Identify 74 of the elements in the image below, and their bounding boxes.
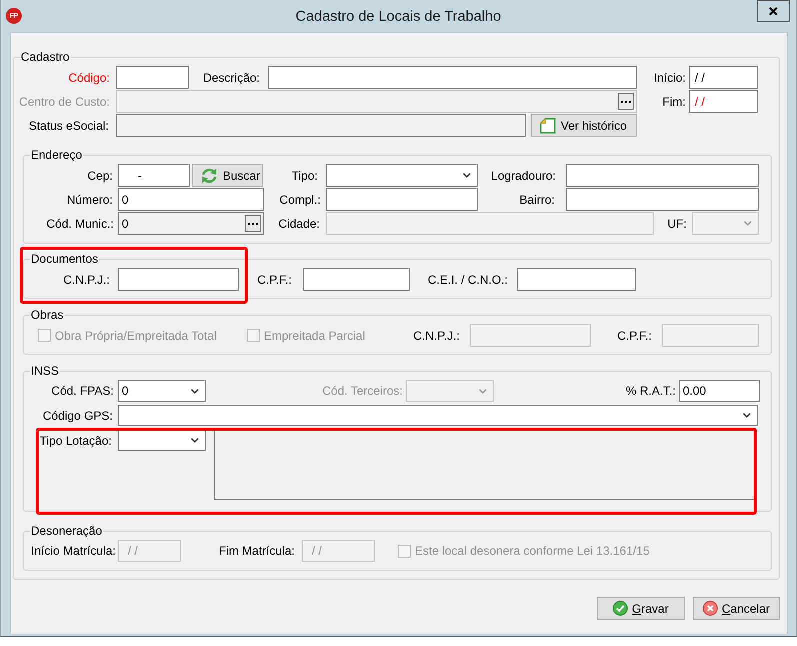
close-button[interactable] [757,0,790,22]
chevron-down-icon [743,413,751,418]
checkbox-label: Empreitada Parcial [264,328,366,342]
text-field[interactable]: 0 [118,188,264,211]
field-label: Bairro: [520,192,555,206]
field-label: Fim: [662,94,686,108]
chevron-down-icon [463,173,471,178]
dropdown[interactable]: 0 [118,380,206,402]
chevron-down-icon [479,388,487,394]
text-area[interactable] [214,430,757,500]
text-field[interactable] [566,164,759,187]
field-label: Tipo: [292,168,318,182]
text-field[interactable]: 0.00 [679,380,760,402]
cancel-circle-icon [702,601,718,616]
field-label: C.P.F.: [258,272,292,286]
text-field[interactable] [116,66,189,89]
group-title: Documentos [30,252,100,266]
field-label: UF: [668,216,687,230]
check-circle-icon [613,601,628,616]
field-label: C.N.P.J.: [414,328,460,342]
history-button[interactable]: Ver histórico [531,114,637,137]
group-title: Endereço [30,148,84,162]
field-label: Início Matrícula: [31,544,116,558]
window-title: Cadastro de Locais de Trabalho [296,8,502,25]
dropdown[interactable] [118,405,758,426]
field-label: Cód. Munic.: [46,216,114,230]
close-icon [769,6,778,16]
field-label: Número: [66,192,113,206]
refresh-icon [201,168,218,184]
checkbox-label: Obra Própria/Empreitada Total [55,328,217,342]
field-label: C.N.P.J.: [64,272,110,286]
chevron-down-icon [744,221,752,226]
search-button[interactable]: Buscar [192,164,263,187]
field-label: Centro de Custo: [19,94,110,108]
group-title: Obras [30,308,65,322]
field-label: Cód. FPAS: [52,384,114,398]
field-label: Tipo Lotação: [40,434,112,448]
field-label: Descrição: [203,70,260,84]
chevron-down-icon [191,388,199,394]
group-title: Cadastro [20,50,71,64]
field-label: C.P.F.: [618,328,652,342]
field-label: Cidade: [278,216,320,230]
field-label: Código: [68,70,110,84]
browse-button[interactable] [245,215,261,232]
field-label: Compl.: [280,192,321,206]
field-label: Código GPS: [42,408,113,422]
field-label: Cep: [88,168,113,182]
text-field[interactable] [517,268,636,291]
checkbox-label: Este local desonera conforme Lei 13.161/15 [415,544,650,558]
field-label: % R.A.T.: [626,384,676,398]
lookup-field[interactable]: 0 [118,212,264,235]
date-field[interactable]: / / [689,90,758,113]
dropdown[interactable] [118,430,206,451]
field-label: Cód. Terceiros: [322,384,403,398]
field-label: Logradouro: [491,168,556,182]
text-field[interactable]: - [118,164,190,187]
date-field[interactable]: / / [689,66,758,89]
field-label: Fim Matrícula: [218,544,295,558]
field-label: Início: [654,70,686,84]
text-field[interactable] [268,66,637,89]
field-label: C.E.I. / C.N.O.: [428,272,508,286]
text-field[interactable] [116,114,526,137]
document-icon [540,118,556,134]
save-button[interactable]: Gravar [597,597,685,620]
text-field[interactable] [303,268,410,291]
text-field[interactable] [566,188,759,211]
field-label: Status eSocial: [28,118,109,132]
dropdown[interactable] [326,164,478,187]
chevron-down-icon [191,438,199,443]
group-title: INSS [30,364,60,378]
group-title: Desoneração [30,524,104,538]
text-field[interactable] [326,188,478,211]
text-field[interactable] [118,268,239,291]
cancel-button[interactable]: Cancelar [693,597,780,620]
